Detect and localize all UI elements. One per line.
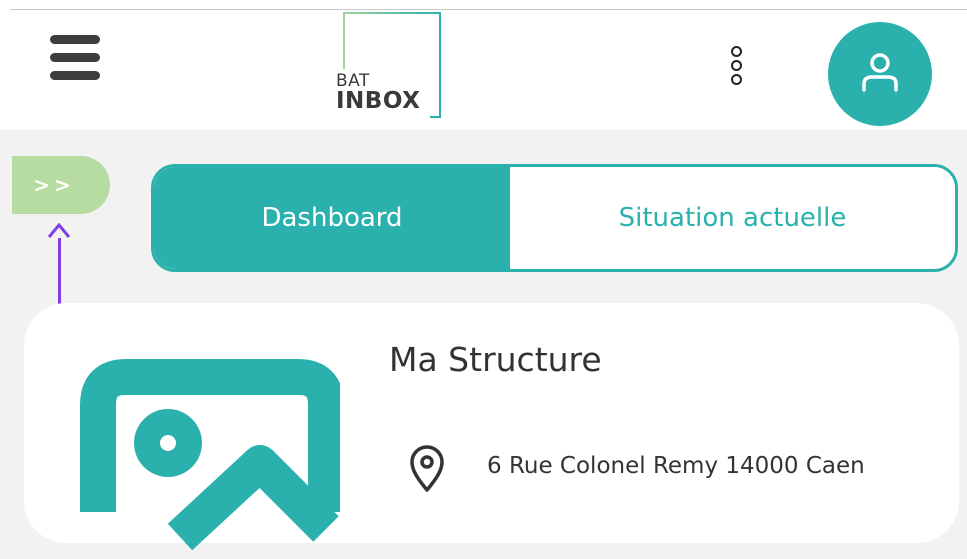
tab-dashboard[interactable]: Dashboard — [154, 167, 510, 269]
app-header — [0, 12, 967, 130]
image-placeholder-icon — [80, 359, 340, 551]
logo-line-inbox: INBOX — [336, 88, 421, 114]
top-divider — [10, 9, 967, 10]
sidebar-expand-button[interactable]: >> — [12, 156, 110, 214]
tab-situation-actuelle[interactable]: Situation actuelle — [510, 167, 955, 269]
hamburger-menu-icon[interactable] — [50, 32, 102, 84]
tab-bar: Dashboard Situation actuelle — [151, 164, 958, 272]
structure-address: 6 Rue Colonel Remy 14000 Caen — [487, 453, 865, 479]
vertical-dots-icon[interactable] — [729, 46, 745, 96]
user-icon — [862, 53, 898, 92]
profile-button[interactable] — [828, 22, 932, 126]
location-pin-icon — [410, 445, 444, 492]
structure-title: Ma Structure — [389, 340, 602, 379]
top-bar — [0, 0, 967, 12]
logo[interactable]: BAT INBOX — [336, 73, 446, 121]
annotation-arrow-head-icon — [48, 223, 70, 238]
